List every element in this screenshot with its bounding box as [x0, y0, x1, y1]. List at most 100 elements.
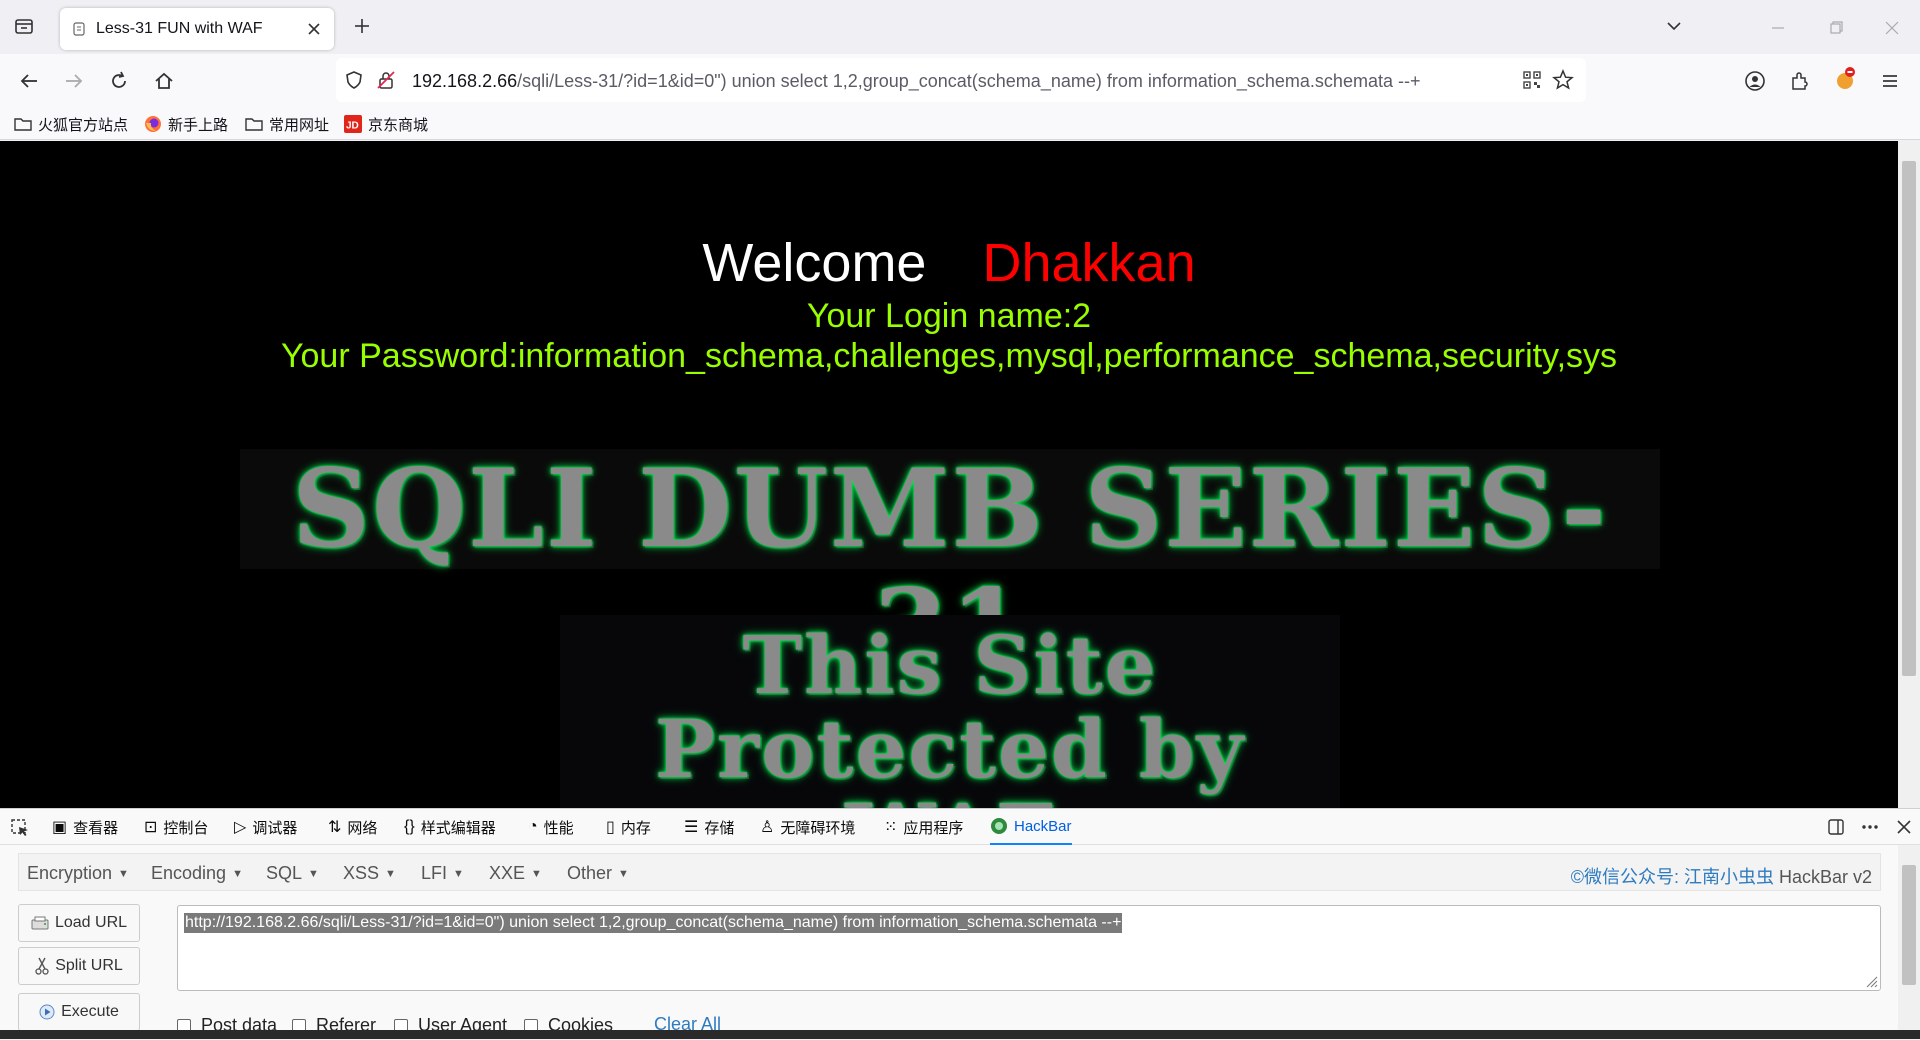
devtools-tab-label: 无障碍环境 [780, 819, 856, 837]
waf-banner-line: This Site [742, 618, 1158, 712]
memory-icon: ▯ [606, 819, 615, 836]
home-icon[interactable] [153, 70, 175, 92]
folder-icon [245, 116, 263, 132]
url-host: 192.168.2.66 [412, 71, 518, 91]
welcome-text: Welcome [702, 233, 927, 293]
tab-active[interactable]: Less-31 FUN with WAF [60, 8, 334, 50]
play-icon [39, 1004, 55, 1020]
devtools-tab-style-editor[interactable]: {} 样式编辑器 [404, 809, 496, 845]
devtools-scrollbar[interactable] [1898, 845, 1920, 1040]
firefox-icon [144, 115, 162, 133]
menu-xss[interactable]: XSS ▼ [343, 863, 396, 884]
credit-name: 江南小虫虫 [1683, 867, 1774, 887]
extension-badge-icon[interactable] [1833, 66, 1859, 92]
back-icon[interactable] [18, 70, 40, 92]
extensions-icon[interactable] [1789, 70, 1811, 92]
execute-button[interactable]: Execute [18, 993, 140, 1031]
menu-label: XXE [489, 863, 526, 883]
caret-down-icon: ▼ [531, 868, 542, 880]
waf-banner-line: Protected by [654, 702, 1246, 796]
close-devtools-icon[interactable] [1894, 817, 1914, 837]
bookmark-label: 常用网址 [269, 116, 330, 134]
close-window-icon[interactable] [1882, 18, 1902, 38]
debugger-icon: ▷ [234, 819, 247, 836]
caret-down-icon: ▼ [308, 868, 319, 880]
style-editor-icon: {} [404, 818, 415, 835]
devtools-tab-label: 存储 [704, 819, 735, 837]
restore-icon[interactable] [1826, 18, 1846, 38]
menu-encoding[interactable]: Encoding ▼ [151, 863, 243, 884]
bookmark-star-icon[interactable] [1552, 69, 1574, 91]
menu-other[interactable]: Other ▼ [567, 863, 629, 884]
hackbar-menubar: Encryption ▼ Encoding ▼ SQL ▼ XSS ▼ LFI ▼ XXE… [18, 853, 1881, 891]
devtools-scrollbar-thumb[interactable] [1902, 865, 1916, 985]
accessibility-icon: ♙ [760, 819, 775, 836]
devtools-tab-hackbar[interactable]: HackBar [990, 809, 1072, 845]
devtools-tab-label: 网络 [347, 819, 378, 837]
tab-list-icon[interactable] [14, 16, 34, 36]
button-label: Split URL [55, 957, 123, 974]
new-tab-icon[interactable] [352, 16, 372, 36]
caret-down-icon: ▼ [232, 868, 243, 880]
caret-down-icon: ▼ [385, 868, 396, 880]
tab-overflow-chevron-icon[interactable] [1664, 16, 1684, 36]
hackbar-url-textarea[interactable]: http://192.168.2.66/sqli/Less-31/?id=1&i… [177, 905, 1881, 991]
devtools-tab-performance[interactable]: ◔ 性能 [528, 809, 574, 845]
svg-text:JD: JD [346, 121, 359, 132]
caret-down-icon: ▼ [618, 868, 629, 880]
devtools-tab-inspector[interactable]: ▣ 查看器 [52, 809, 118, 845]
devtools-tab-application[interactable]: ⁙ 应用程序 [884, 809, 963, 845]
button-label: Load URL [54, 914, 128, 931]
login-name-line: Your Login name:2 [806, 297, 1092, 335]
bookmark-item[interactable]: 火狐官方站点 [14, 114, 128, 134]
menu-sql[interactable]: SQL ▼ [266, 863, 319, 884]
application-icon: ⁙ [884, 819, 898, 836]
button-label: Execute [61, 1003, 119, 1020]
devtools-toolbar: ▣ 查看器 ⊡ 控制台 ▷ 调试器 ⇅ 网络 {} 样式编辑器 ◔ 性能 ▯ 内存 ☰ 存储 ♙… [0, 809, 1920, 845]
devtools-tab-label: 查看器 [73, 819, 119, 837]
minimize-icon[interactable] [1768, 18, 1788, 38]
resize-grip-icon[interactable] [1862, 972, 1878, 988]
devtools-tab-network[interactable]: ⇅ 网络 [328, 809, 377, 845]
storage-icon: ☰ [684, 819, 699, 836]
reload-icon[interactable] [108, 70, 130, 92]
menu-encryption[interactable]: Encryption ▼ [27, 863, 129, 884]
bookmark-item[interactable]: 新手上路 [144, 114, 228, 134]
waf-banner-image: This Site Protected by WAF [560, 615, 1340, 808]
close-tab-icon[interactable] [304, 19, 324, 39]
devtools-tab-memory[interactable]: ▯ 内存 [606, 809, 651, 845]
split-url-button[interactable]: Split URL [18, 947, 140, 985]
load-url-button[interactable]: Load URL [18, 904, 140, 942]
url-text: 192.168.2.66/sqli/Less-31/?id=1&id=0") u… [412, 71, 1420, 92]
app-menu-icon[interactable] [1879, 70, 1901, 92]
caret-down-icon: ▼ [453, 868, 464, 880]
forward-icon[interactable] [63, 70, 85, 92]
devtools-tab-storage[interactable]: ☰ 存储 [684, 809, 734, 845]
devtools-tab-accessibility[interactable]: ♙ 无障碍环境 [760, 809, 855, 845]
qr-code-icon[interactable] [1522, 70, 1542, 90]
bookmark-item[interactable]: 常用网址 [245, 114, 329, 134]
welcome-name: Dhakkan [982, 233, 1196, 293]
account-icon[interactable] [1744, 70, 1766, 92]
devtools-tab-label: 内存 [620, 819, 651, 837]
inspector-icon: ▣ [52, 819, 68, 836]
insecure-lock-icon[interactable] [376, 70, 396, 90]
hackbar-credit: ©微信公众号: 江南小虫虫 HackBar v2 [1571, 863, 1872, 889]
url-path: /sqli/Less-31/?id=1&id=0") union select … [517, 71, 1421, 91]
page-scrollbar-thumb[interactable] [1902, 161, 1916, 676]
element-picker-icon[interactable] [10, 818, 30, 838]
address-bar[interactable]: 192.168.2.66/sqli/Less-31/?id=1&id=0") u… [336, 58, 1586, 102]
devtools-tab-console[interactable]: ⊡ 控制台 [144, 809, 208, 845]
devtools-tab-label: HackBar [1014, 817, 1072, 835]
bookmark-item[interactable]: JD 京东商城 [344, 114, 428, 134]
caret-down-icon: ▼ [118, 868, 129, 880]
page-scrollbar[interactable] [1898, 141, 1920, 808]
menu-xxe[interactable]: XXE ▼ [489, 863, 542, 884]
performance-icon: ◔ [528, 818, 538, 835]
dock-side-icon[interactable] [1826, 817, 1846, 837]
menu-lfi[interactable]: LFI ▼ [421, 863, 464, 884]
devtools-panel: ▣ 查看器 ⊡ 控制台 ▷ 调试器 ⇅ 网络 {} 样式编辑器 ◔ 性能 ▯ 内存 ☰ 存储 ♙… [0, 808, 1920, 1040]
more-options-icon[interactable] [1860, 817, 1880, 837]
devtools-tab-debugger[interactable]: ▷ 调试器 [234, 809, 297, 845]
tracking-shield-icon[interactable] [344, 70, 364, 90]
